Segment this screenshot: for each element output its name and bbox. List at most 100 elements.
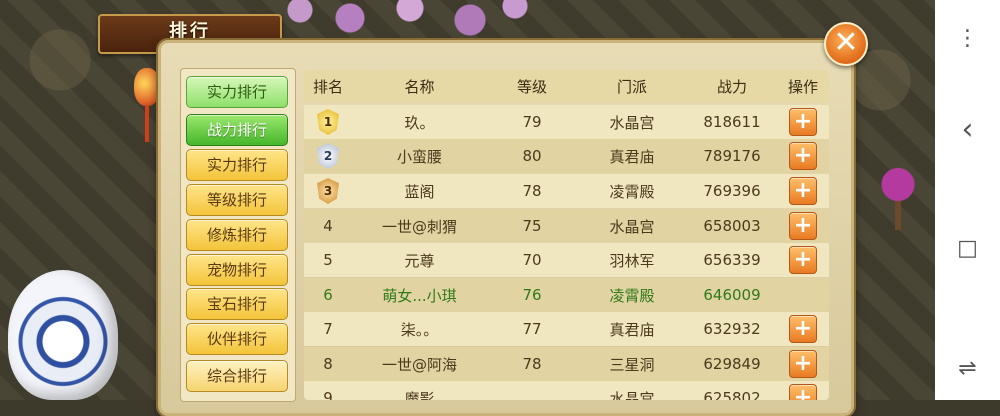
column-header-action: 操作 bbox=[787, 77, 818, 96]
table-row: 9 魔影 水晶宫 625802 + bbox=[304, 381, 829, 400]
level-cell: 75 bbox=[522, 217, 542, 235]
table-row: 5 元尊 70 羽林军 656339 + bbox=[304, 243, 829, 277]
power-cell: 646009 bbox=[703, 286, 761, 304]
table-header-row: 排名 名称 等级 门派 战力 操作 bbox=[304, 70, 829, 102]
name-cell: 玖。 bbox=[404, 113, 435, 132]
add-friend-button[interactable]: + bbox=[789, 350, 817, 378]
menu-dots-icon[interactable]: ⋮ bbox=[935, 26, 1000, 51]
name-cell: 蓝阁 bbox=[404, 182, 435, 201]
menu-item-strength-header[interactable]: 实力排行 bbox=[186, 76, 288, 108]
menu-item-partner[interactable]: 伙伴排行 bbox=[186, 323, 288, 355]
action-cell: + bbox=[777, 105, 829, 139]
porcelain-vase-decoration bbox=[8, 270, 118, 400]
add-friend-button[interactable]: + bbox=[789, 177, 817, 205]
action-cell: + bbox=[777, 312, 829, 346]
name-cell: 一世@阿海 bbox=[381, 355, 457, 374]
sect-cell: 水晶宫 bbox=[609, 217, 655, 236]
menu-item-pet[interactable]: 宠物排行 bbox=[186, 254, 288, 286]
action-cell: + bbox=[777, 209, 829, 243]
back-icon[interactable]: ‹ bbox=[935, 112, 1000, 147]
table-row: 3 蓝阁 78 凌霄殿 769396 + bbox=[304, 174, 829, 208]
action-cell: + bbox=[777, 139, 829, 173]
power-cell: 818611 bbox=[703, 113, 761, 131]
rank-cell: 8 bbox=[323, 355, 333, 373]
name-cell: 一世@刺猬 bbox=[381, 217, 457, 236]
power-cell: 769396 bbox=[703, 182, 761, 200]
menu-item-level[interactable]: 等级排行 bbox=[186, 184, 288, 216]
hanging-ornament-decoration bbox=[875, 160, 921, 230]
level-cell: 78 bbox=[522, 182, 542, 200]
level-cell bbox=[487, 381, 577, 400]
action-cell bbox=[777, 278, 829, 312]
sect-cell: 羽林军 bbox=[609, 251, 655, 270]
action-cell: + bbox=[777, 243, 829, 277]
gold-medal-icon: 1 bbox=[317, 109, 339, 135]
level-cell: 76 bbox=[522, 286, 542, 304]
name-cell: 元尊 bbox=[404, 251, 435, 270]
sect-cell: 三星洞 bbox=[609, 355, 655, 374]
level-cell: 78 bbox=[522, 355, 542, 373]
ranking-table: 排名 名称 等级 门派 战力 操作 1 玖。 79 水晶宫 818611 + 2… bbox=[304, 70, 829, 400]
sect-cell: 水晶宫 bbox=[609, 113, 655, 132]
sect-cell: 真君庙 bbox=[609, 320, 655, 339]
action-cell: + bbox=[777, 174, 829, 208]
level-cell: 79 bbox=[522, 113, 542, 131]
blossom-tree-decoration bbox=[280, 0, 530, 40]
table-row: 2 小蛮腰 80 真君庙 789176 + bbox=[304, 139, 829, 173]
add-friend-button[interactable]: + bbox=[789, 384, 817, 400]
level-cell: 80 bbox=[522, 147, 542, 165]
sect-cell: 凌霄殿 bbox=[609, 182, 655, 201]
table-row: 7 柒。。 77 真君庙 632932 + bbox=[304, 312, 829, 346]
lantern-tassel-decoration bbox=[145, 106, 149, 142]
add-friend-button[interactable]: + bbox=[789, 212, 817, 240]
menu-item-combat-power[interactable]: 战力排行 bbox=[186, 114, 288, 146]
rank-cell: 7 bbox=[323, 320, 333, 338]
name-cell: 魔影 bbox=[404, 389, 435, 401]
column-header-sect: 门派 bbox=[616, 77, 647, 96]
menu-item-overall[interactable]: 综合排行 bbox=[186, 360, 288, 392]
menu-item-gem[interactable]: 宝石排行 bbox=[186, 288, 288, 320]
rank-cell: 6 bbox=[323, 286, 333, 304]
android-navigation-bar: ⋮ ‹ □ ⇌ bbox=[935, 0, 1000, 400]
add-friend-button[interactable]: + bbox=[789, 108, 817, 136]
silver-medal-icon: 2 bbox=[317, 143, 339, 169]
bronze-medal-icon: 3 bbox=[317, 178, 339, 204]
sect-cell: 水晶宫 bbox=[609, 389, 655, 401]
home-icon[interactable]: □ bbox=[935, 236, 1000, 261]
level-cell: 77 bbox=[522, 320, 542, 338]
close-button[interactable]: ✕ bbox=[824, 22, 868, 66]
column-header-rank: 排名 bbox=[312, 77, 343, 96]
recents-icon[interactable]: ⇌ bbox=[935, 356, 1000, 381]
table-row: 4 一世@刺猬 75 水晶宫 658003 + bbox=[304, 209, 829, 243]
power-cell: 789176 bbox=[703, 147, 761, 165]
table-row-self: 6 萌女...小琪 76 凌霄殿 646009 bbox=[304, 278, 829, 312]
rank-cell: 4 bbox=[323, 217, 333, 235]
rank-cell: 1 bbox=[304, 105, 352, 139]
name-cell: 小蛮腰 bbox=[396, 147, 442, 166]
column-header-level: 等级 bbox=[516, 77, 547, 96]
add-friend-button[interactable]: + bbox=[789, 246, 817, 274]
add-friend-button[interactable]: + bbox=[789, 142, 817, 170]
power-cell: 656339 bbox=[703, 251, 761, 269]
rank-cell: 5 bbox=[323, 251, 333, 269]
power-cell: 658003 bbox=[703, 217, 761, 235]
name-cell: 萌女...小琪 bbox=[382, 286, 457, 305]
power-cell: 625802 bbox=[703, 389, 761, 400]
power-cell: 629849 bbox=[703, 355, 761, 373]
menu-item-strength[interactable]: 实力排行 bbox=[186, 149, 288, 181]
table-row: 8 一世@阿海 78 三星洞 629849 + bbox=[304, 347, 829, 381]
rank-cell: 3 bbox=[304, 174, 352, 208]
menu-item-cultivation[interactable]: 修炼排行 bbox=[186, 219, 288, 251]
column-header-power: 战力 bbox=[716, 77, 747, 96]
column-header-name: 名称 bbox=[404, 77, 435, 96]
sect-cell: 真君庙 bbox=[609, 147, 655, 166]
rank-cell: 9 bbox=[323, 389, 333, 400]
action-cell: + bbox=[777, 381, 829, 400]
action-cell: + bbox=[777, 347, 829, 381]
add-friend-button[interactable]: + bbox=[789, 315, 817, 343]
lantern-decoration bbox=[134, 68, 160, 106]
power-cell: 632932 bbox=[703, 320, 761, 338]
table-row: 1 玖。 79 水晶宫 818611 + bbox=[304, 105, 829, 139]
level-cell: 70 bbox=[522, 251, 542, 269]
rank-cell: 2 bbox=[304, 139, 352, 173]
